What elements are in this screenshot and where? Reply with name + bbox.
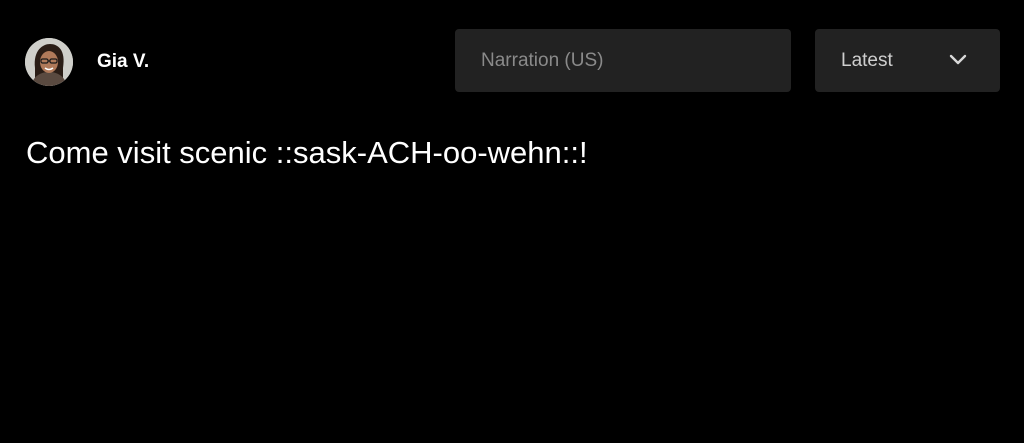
transcript-text: Come visit scenic ::sask-ACH-oo-wehn::! <box>26 135 588 170</box>
voice-selector-field[interactable]: Narration (US) <box>455 29 791 92</box>
header-bar: Gia V. Narration (US) Latest <box>0 0 1024 124</box>
user-name: Gia V. <box>97 51 150 72</box>
voice-selector-placeholder: Narration (US) <box>481 49 604 71</box>
avatar-portrait <box>25 38 73 86</box>
sort-dropdown[interactable]: Latest <box>815 29 1000 92</box>
chevron-down-icon <box>949 54 967 65</box>
avatar[interactable] <box>25 38 73 86</box>
sort-dropdown-value: Latest <box>841 49 893 71</box>
